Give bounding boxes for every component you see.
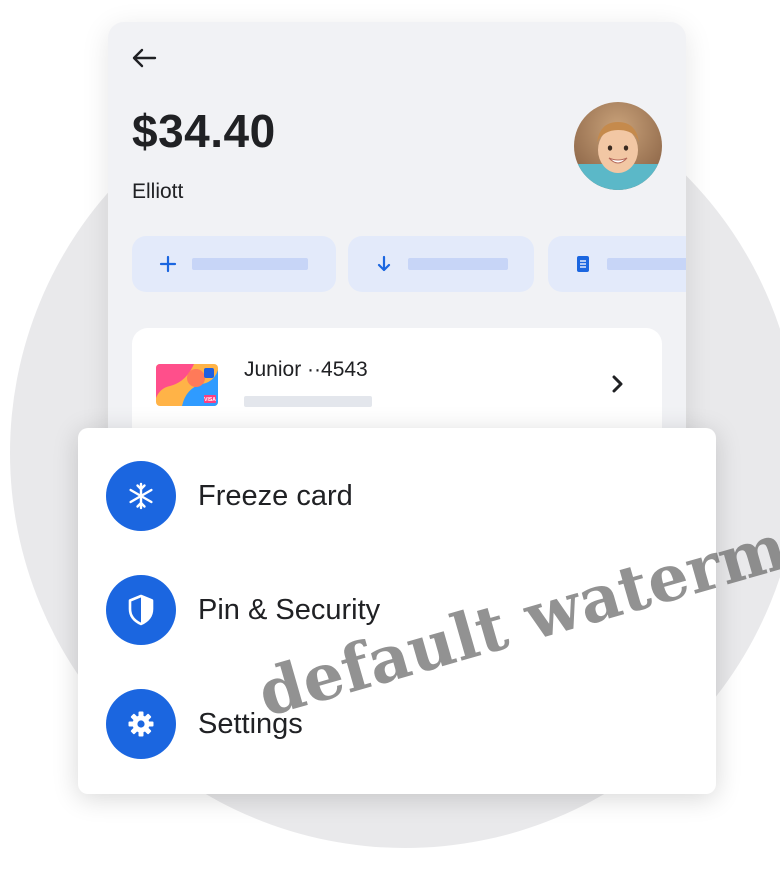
- card-subtitle-placeholder: [244, 396, 372, 407]
- quick-action-add-money[interactable]: [132, 236, 336, 292]
- snowflake-icon: [129, 482, 153, 510]
- quick-action-label-placeholder: [192, 258, 308, 270]
- arrow-left-icon: [132, 48, 157, 68]
- card-options-menu: Freeze card Pin & Security Settings: [78, 428, 716, 794]
- back-button[interactable]: [126, 40, 162, 76]
- quick-action-label-placeholder: [408, 258, 508, 270]
- quick-action-request[interactable]: [348, 236, 534, 292]
- quick-action-statement[interactable]: [548, 236, 686, 292]
- balance-amount: $34.40: [132, 105, 276, 157]
- child-photo: [574, 102, 662, 190]
- menu-item-pin-security[interactable]: Pin & Security: [78, 560, 716, 660]
- card-title: Junior ··4543: [244, 358, 368, 381]
- settings-icon-circle: [106, 689, 176, 759]
- menu-item-freeze-card[interactable]: Freeze card: [78, 446, 716, 546]
- menu-item-label: Pin & Security: [198, 593, 381, 626]
- menu-item-label: Settings: [198, 707, 303, 740]
- card-brand-text: VISA: [204, 397, 216, 403]
- chevron-right-icon: [606, 372, 630, 396]
- quick-action-label-placeholder: [606, 258, 686, 270]
- child-name: Elliott: [132, 180, 184, 203]
- avatar[interactable]: [574, 102, 662, 190]
- security-icon-circle: [106, 575, 176, 645]
- card-thumbnail: VISA: [156, 364, 218, 406]
- shield-icon: [128, 594, 154, 626]
- menu-item-settings[interactable]: Settings: [78, 674, 716, 774]
- menu-item-label: Freeze card: [198, 479, 353, 512]
- freeze-icon-circle: [106, 461, 176, 531]
- stage: $34.40 Elliott VISA Junior ··4543 Freeze…: [0, 0, 780, 876]
- document-icon: [574, 254, 593, 274]
- account-screen: $34.40 Elliott VISA Junior ··4543: [108, 22, 686, 462]
- plus-icon: [158, 254, 178, 274]
- download-arrow-icon: [374, 254, 394, 274]
- gear-icon: [128, 711, 154, 737]
